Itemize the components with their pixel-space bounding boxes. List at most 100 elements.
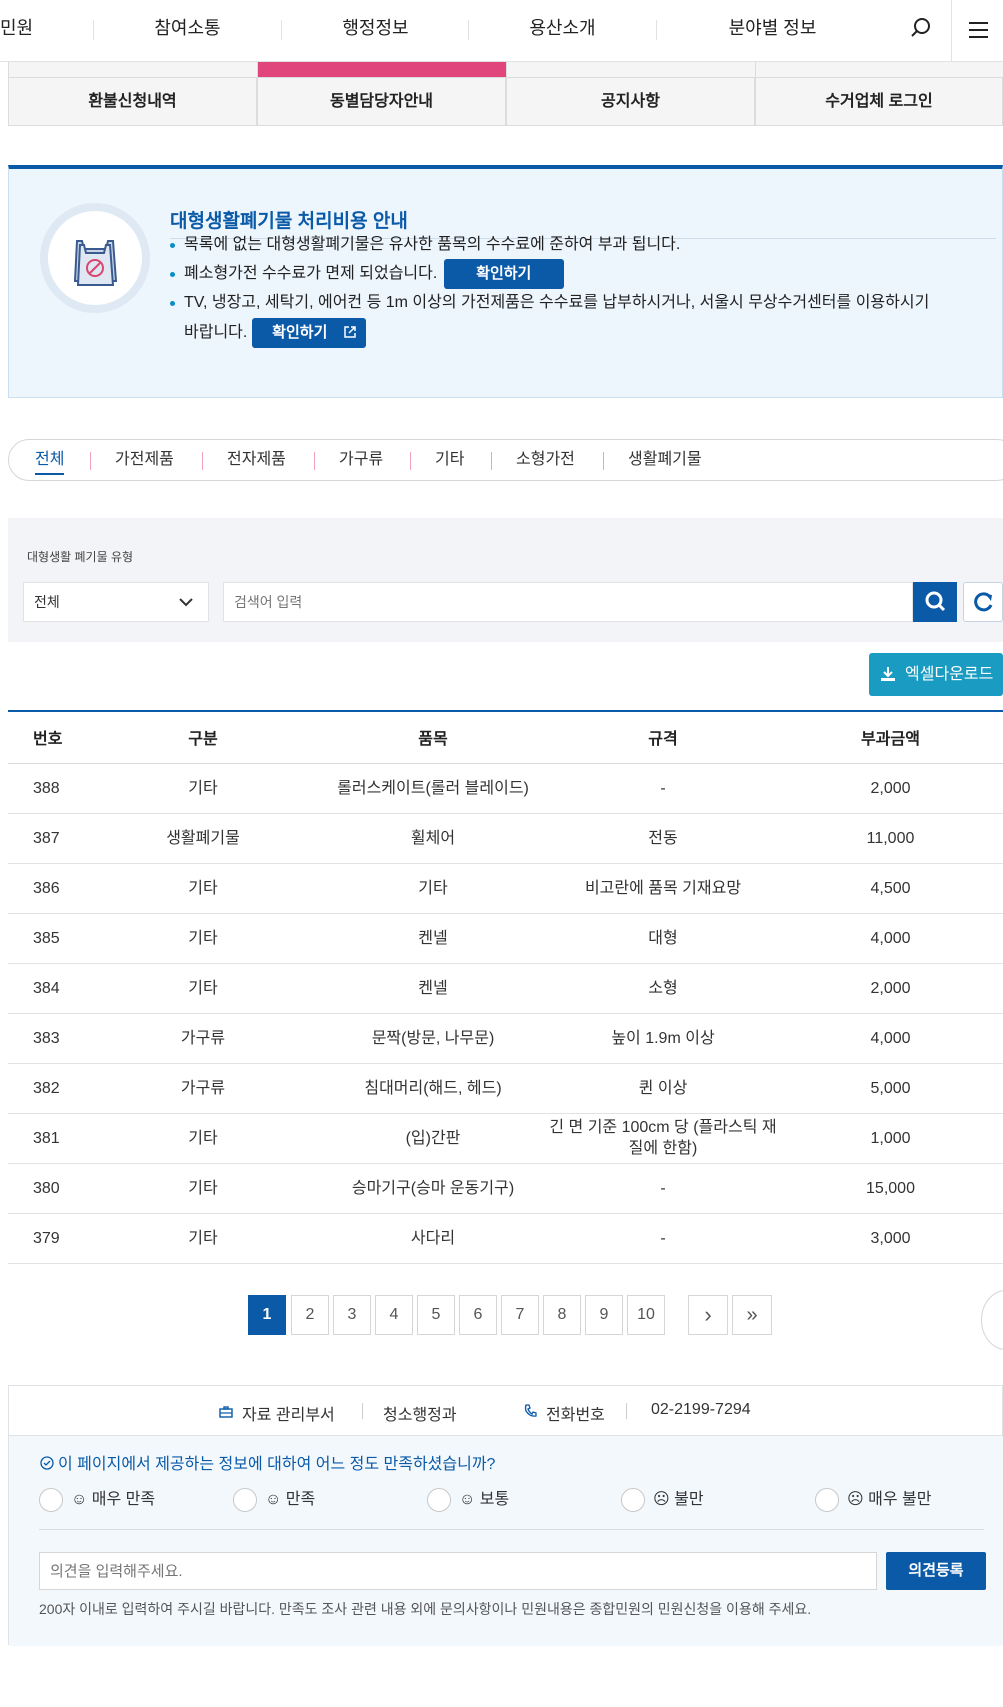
rating-very-dissatisfied[interactable]: ☹ 매우 불만 (815, 1488, 931, 1512)
confirm-external-button[interactable]: 확인하기 (251, 318, 366, 348)
info-bullet: TV, 냉장고, 세탁기, 에어컨 등 1m 이상의 가전제품은 수수료를 납부… (170, 288, 990, 318)
rating-dissatisfied[interactable]: ☹ 불만 (621, 1488, 704, 1512)
table-row: 381 기타 (입)간판 긴 면 기준 100cm 당 (플라스틱 재질에 한함) 1,… (8, 1113, 1003, 1164)
row-item: 기타 (318, 863, 548, 914)
column-header: 구분 (88, 711, 318, 764)
external-link-icon (344, 326, 356, 338)
dept-value: 청소행정과 (383, 1407, 457, 1424)
submit-opinion-button[interactable]: 의견등록 (886, 1552, 986, 1590)
phone-value: 02-2199-7294 (651, 1401, 751, 1418)
reset-button[interactable] (963, 582, 1003, 622)
page-3-button[interactable]: 3 (333, 1295, 371, 1335)
column-header: 부과금액 (778, 711, 1003, 764)
radio-button[interactable] (815, 1488, 839, 1512)
page-7-button[interactable]: 7 (501, 1295, 539, 1335)
search-icon[interactable] (905, 12, 937, 44)
satisfaction-survey: 자료 관리부서 청소행정과 전화번호 02-2199-7294 이 페이지에서 … (8, 1385, 1003, 1646)
row-category: 생활폐기물 (88, 813, 318, 864)
radio-button[interactable] (621, 1488, 645, 1512)
next-page-button[interactable]: › (688, 1295, 728, 1335)
input-note: 200자 이내로 입력하여 주시길 바랍니다. 만족도 조사 관련 내용 외에 … (39, 1601, 812, 1617)
row-number: 380 (8, 1163, 88, 1214)
rating-neutral[interactable]: ☺ 보통 (427, 1488, 509, 1512)
row-fee: 3,000 (778, 1213, 1003, 1264)
row-number: 387 (8, 813, 88, 864)
page-5-button[interactable]: 5 (417, 1295, 455, 1335)
radio-button[interactable] (233, 1488, 257, 1512)
row-item: (입)간판 (318, 1113, 548, 1164)
dept-label: 자료 관리부서 (242, 1407, 335, 1424)
page-10-button[interactable]: 10 (627, 1295, 665, 1335)
briefcase-icon (219, 1406, 233, 1418)
opinion-input[interactable] (39, 1552, 877, 1590)
tab-appliances[interactable]: 가전제품 (115, 440, 174, 480)
table-row: 387 생활폐기물 휠체어 전동 11,000 (8, 813, 1003, 864)
phone-icon (524, 1404, 537, 1417)
subtab-vendor-login[interactable]: 수거업체 로그인 (755, 77, 1003, 126)
row-category: 기타 (88, 1213, 318, 1264)
row-category: 가구류 (88, 1063, 318, 1114)
tab-electronics[interactable]: 전자제품 (227, 440, 286, 480)
page-2-button[interactable]: 2 (291, 1295, 329, 1335)
nav-item-by-field[interactable]: 분야별 정보 (700, 0, 845, 62)
phone-label: 전화번호 (546, 1407, 605, 1424)
table-header-row: 번호 구분 품목 규격 부과금액 (8, 711, 1003, 764)
info-bullet: 폐소형가전 수수료가 면제 되었습니다. 확인하기 (170, 259, 990, 289)
row-spec: 전동 (548, 813, 778, 864)
confirm-button[interactable]: 확인하기 (443, 259, 564, 289)
radio-button[interactable] (427, 1488, 451, 1512)
search-button[interactable] (913, 582, 957, 622)
row-spec: 긴 면 기준 100cm 당 (플라스틱 재질에 한함) (548, 1113, 778, 1164)
tab-small-appliances[interactable]: 소형가전 (516, 440, 575, 480)
row-fee: 4,000 (778, 1013, 1003, 1064)
type-select[interactable]: 전체 (23, 582, 209, 622)
subtab-notice[interactable]: 공지사항 (506, 77, 755, 126)
nav-item-about[interactable]: 용산소개 (505, 0, 620, 62)
tab-etc[interactable]: 기타 (435, 440, 464, 480)
row-fee: 2,000 (778, 763, 1003, 814)
page-9-button[interactable]: 9 (585, 1295, 623, 1335)
page-8-button[interactable]: 8 (543, 1295, 581, 1335)
table-row: 384 기타 켄넬 소형 2,000 (8, 963, 1003, 1014)
radio-button[interactable] (39, 1488, 63, 1512)
waste-bag-icon (40, 203, 150, 313)
column-header: 품목 (318, 711, 548, 764)
nav-item-admin-info[interactable]: 행정정보 (318, 0, 433, 62)
row-spec: - (548, 763, 778, 814)
hamburger-icon[interactable] (951, 0, 1003, 62)
row-spec: 퀸 이상 (548, 1063, 778, 1114)
row-fee: 11,000 (778, 813, 1003, 864)
row-number: 385 (8, 913, 88, 964)
column-header: 규격 (548, 711, 778, 764)
info-bullet-continued: 바랍니다. 확인하기 (184, 318, 366, 348)
tab-all[interactable]: 전체 (35, 440, 65, 480)
check-circle-icon (40, 1456, 54, 1470)
rating-very-satisfied[interactable]: ☺ 매우 만족 (39, 1488, 155, 1512)
page-4-button[interactable]: 4 (375, 1295, 413, 1335)
row-spec: - (548, 1213, 778, 1264)
rating-satisfied[interactable]: ☺ 만족 (233, 1488, 315, 1512)
subtab-dong-staff[interactable]: 동별담당자안내 (257, 77, 506, 126)
row-category: 기타 (88, 963, 318, 1014)
page-6-button[interactable]: 6 (459, 1295, 497, 1335)
nav-divider (468, 20, 469, 40)
search-input[interactable] (223, 582, 913, 622)
page-1-button[interactable]: 1 (248, 1295, 286, 1335)
last-page-button[interactable]: » (732, 1295, 772, 1335)
row-item: 승마기구(승마 운동기구) (318, 1163, 548, 1214)
scroll-side-button[interactable] (981, 1290, 1003, 1350)
table-row: 379 기타 사다리 -3,000 (8, 1213, 1003, 1264)
download-icon (881, 667, 895, 681)
table-row: 380 기타 승마기구(승마 운동기구) -15,000 (8, 1163, 1003, 1214)
nav-item-participation[interactable]: 참여소통 (130, 0, 245, 62)
nav-item-civil[interactable]: 민원 (0, 0, 40, 62)
subtab-refund-history[interactable]: 환불신청내역 (8, 77, 257, 126)
row-number: 381 (8, 1113, 88, 1164)
row-category: 기타 (88, 1113, 318, 1164)
info-bullet: 목록에 없는 대형생활폐기물은 유사한 품목의 수수료에 준하여 부과 됩니다. (170, 230, 990, 260)
sub-tabs: 환불신청내역 동별담당자안내 공지사항 수거업체 로그인 (8, 62, 1003, 126)
tab-furniture[interactable]: 가구류 (339, 440, 383, 480)
search-label: 대형생활 폐기물 유형 (27, 550, 134, 564)
tab-household-waste[interactable]: 생활폐기물 (628, 440, 702, 480)
excel-download-button[interactable]: 엑셀다운로드 (869, 653, 1003, 696)
